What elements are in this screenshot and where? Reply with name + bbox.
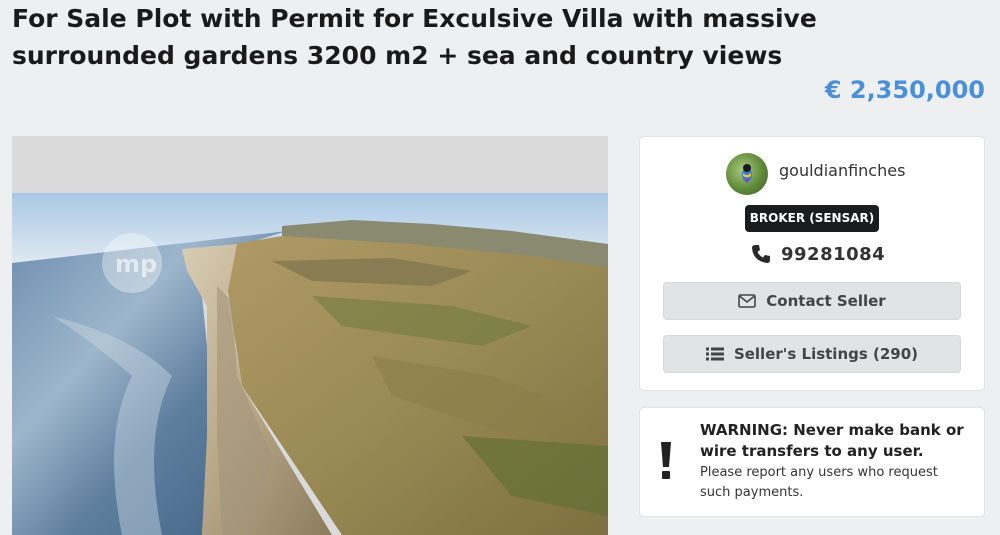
seller-avatar[interactable] — [726, 153, 768, 195]
svg-text:mp: mp — [115, 250, 157, 278]
warning-box: WARNING: Never make bank or wire transfe… — [640, 408, 984, 516]
seller-listings-button[interactable]: Seller's Listings (290) — [663, 335, 961, 373]
phone-number: 99281084 — [781, 243, 886, 265]
contact-seller-label: Contact Seller — [766, 292, 886, 310]
bird-avatar-icon — [742, 164, 752, 184]
warning-body: Please report any users who request such… — [700, 465, 938, 500]
listing-price: € 2,350,000 — [824, 76, 985, 104]
list-icon — [705, 347, 724, 361]
phone-icon — [752, 245, 770, 263]
cliff-landscape-image: mp — [12, 136, 608, 535]
warning-title: WARNING: Never make bank or wire transfe… — [700, 421, 964, 460]
seller-phone[interactable]: 99281084 — [751, 241, 885, 267]
contact-seller-button[interactable]: Contact Seller — [663, 282, 961, 320]
listing-title: For Sale Plot with Permit for Exculsive … — [12, 4, 817, 70]
seller-card: gouldianfinches BROKER (SENSAR) 99281084… — [640, 137, 984, 390]
envelope-icon — [738, 294, 757, 308]
listing-photo[interactable]: mp — [12, 136, 608, 535]
seller-listings-label: Seller's Listings (290) — [733, 345, 919, 363]
exclamation-icon — [661, 442, 671, 479]
seller-username[interactable]: gouldianfinches — [779, 161, 905, 180]
broker-badge: BROKER (SENSAR) — [745, 205, 879, 232]
